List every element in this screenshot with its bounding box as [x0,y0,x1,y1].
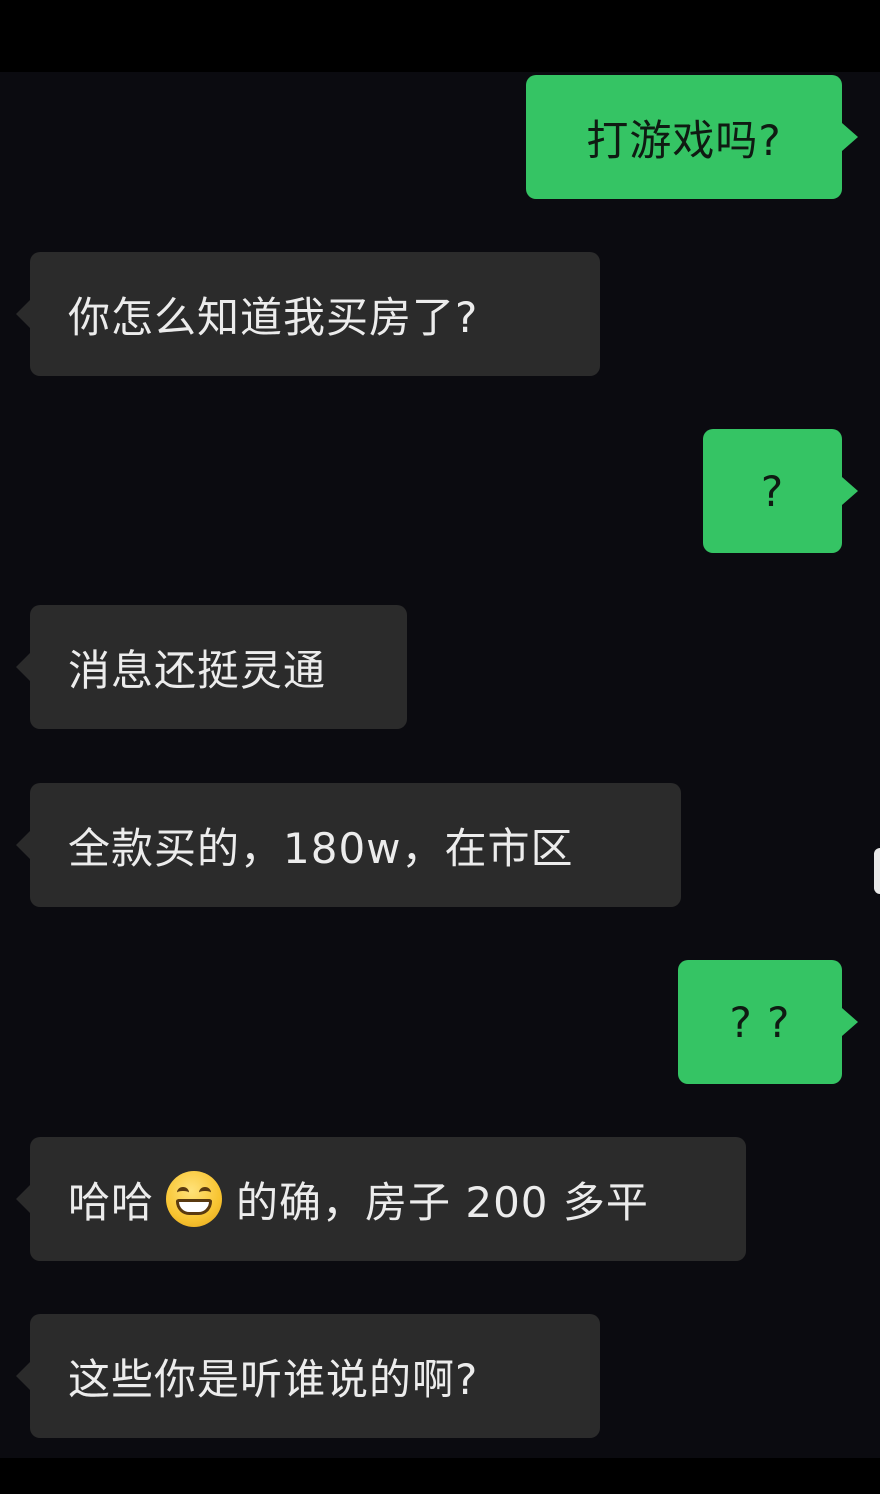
message-text: 这些你是听谁说的啊? [68,1354,479,1404]
message-bubble-incoming[interactable]: 你怎么知道我买房了? [16,252,600,376]
message-bubble-outgoing[interactable]: ? [703,429,858,553]
message-bubble-incoming[interactable]: 这些你是听谁说的啊? [16,1314,600,1438]
message-text: 你怎么知道我买房了? [68,292,479,342]
message-text: 消息还挺灵通 [68,645,327,695]
message-bubble-incoming[interactable]: 消息还挺灵通 [16,605,407,729]
message-text-before: 哈哈 [68,1177,155,1227]
message-bubble-incoming[interactable]: 哈哈 的确，房子 200 多平 [16,1137,746,1261]
message-text: 全款买的，180w，在市区 [68,823,574,873]
message-bubble-outgoing[interactable]: ? ? [678,960,858,1084]
top-bar [0,0,880,72]
grinning-face-emoji-icon [166,1171,223,1227]
message-text-after: 的确，房子 200 多平 [236,1177,649,1227]
message-text: ? [760,466,785,516]
message-bubble-incoming[interactable]: 全款买的，180w，在市区 [16,783,681,907]
message-bubble-outgoing[interactable]: 打游戏吗? [526,75,858,199]
message-text: 打游戏吗? [586,115,782,165]
message-text: ? ? [729,997,791,1047]
edge-handle [874,848,880,894]
bottom-bar [0,1458,880,1494]
